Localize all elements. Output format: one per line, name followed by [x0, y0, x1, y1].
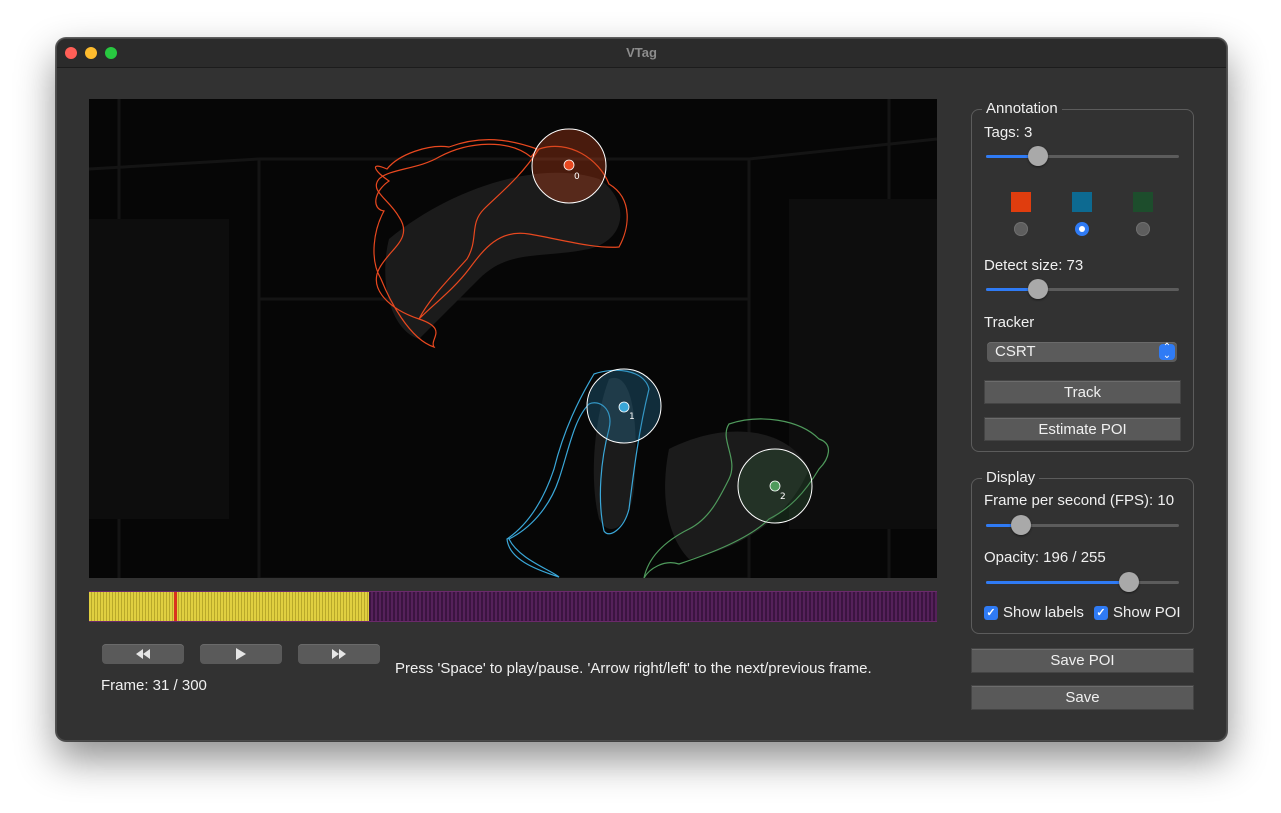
tag-1-color-swatch[interactable] — [1072, 192, 1092, 212]
tag-2-marker[interactable]: 2 — [737, 448, 813, 524]
display-group: Display Frame per second (FPS): 10 Opaci… — [971, 469, 1194, 634]
tag-2-color-swatch[interactable] — [1133, 192, 1153, 212]
fps-slider[interactable] — [986, 515, 1179, 535]
fast-forward-icon — [332, 649, 346, 659]
rewind-icon — [136, 649, 150, 659]
tag-0-marker[interactable]: 0 — [531, 128, 607, 204]
app-window: VTag 0 1 2 Frame: 31 / 300 Press 'Space'… — [56, 38, 1227, 741]
save-button[interactable]: Save — [971, 685, 1194, 710]
svg-text:0: 0 — [574, 172, 580, 182]
svg-text:2: 2 — [780, 492, 786, 502]
tracker-select[interactable]: CSRT ⌃ ⌄ — [987, 342, 1177, 362]
tracker-select-value: CSRT — [995, 343, 1036, 360]
play-icon — [236, 648, 246, 660]
frame-timeline[interactable] — [89, 591, 937, 622]
detect-size-slider-handle[interactable] — [1028, 279, 1049, 299]
fps-label: Frame per second (FPS): 10 — [984, 492, 1175, 509]
tags-slider[interactable] — [986, 146, 1179, 166]
opacity-label: Opacity: 196 / 255 — [984, 549, 1106, 566]
show-labels-label: Show labels — [1003, 604, 1084, 621]
detect-size-slider[interactable] — [986, 279, 1179, 299]
opacity-slider[interactable] — [986, 572, 1179, 592]
title-bar: VTag — [57, 39, 1226, 68]
tags-label: Tags: 3 — [984, 124, 1033, 141]
display-title: Display — [982, 469, 1040, 486]
track-button[interactable]: Track — [984, 380, 1181, 404]
estimate-poi-button[interactable]: Estimate POI — [984, 417, 1181, 441]
save-poi-button[interactable]: Save POI — [971, 648, 1194, 673]
keyboard-hint: Press 'Space' to play/pause. 'Arrow righ… — [395, 660, 872, 677]
chevron-up-down-icon: ⌃ ⌄ — [1159, 343, 1175, 361]
tag-1-marker[interactable]: 1 — [586, 368, 662, 444]
timeline-cursor[interactable] — [173, 592, 177, 621]
tag-1-radio[interactable] — [1075, 222, 1089, 236]
fps-slider-handle[interactable] — [1010, 515, 1031, 535]
tag-2-radio[interactable] — [1136, 222, 1150, 236]
opacity-slider-fill — [986, 581, 1129, 584]
annotation-title: Annotation — [982, 100, 1062, 117]
show-poi-label: Show POI — [1113, 604, 1181, 621]
play-button[interactable] — [200, 644, 282, 664]
tag-0-radio[interactable] — [1014, 222, 1028, 236]
show-labels-checkbox[interactable]: ✓ — [984, 606, 998, 620]
fast-forward-button[interactable] — [298, 644, 380, 664]
rewind-button[interactable] — [102, 644, 184, 664]
window-title: VTag — [626, 45, 657, 60]
svg-text:1: 1 — [629, 412, 635, 422]
tracked-frames-bar — [89, 592, 369, 621]
frame-counter: Frame: 31 / 300 — [101, 677, 207, 694]
tags-slider-handle[interactable] — [1028, 146, 1049, 166]
annotation-group: Annotation Tags: 3 Detect size: 73 Track… — [971, 100, 1194, 452]
show-poi-checkbox[interactable]: ✓ — [1094, 606, 1108, 620]
detect-size-label: Detect size: 73 — [984, 257, 1084, 274]
opacity-slider-handle[interactable] — [1118, 572, 1139, 592]
tag-0-color-swatch[interactable] — [1011, 192, 1031, 212]
tracker-label: Tracker — [984, 314, 1035, 331]
video-frame[interactable]: 0 1 2 — [89, 99, 937, 578]
